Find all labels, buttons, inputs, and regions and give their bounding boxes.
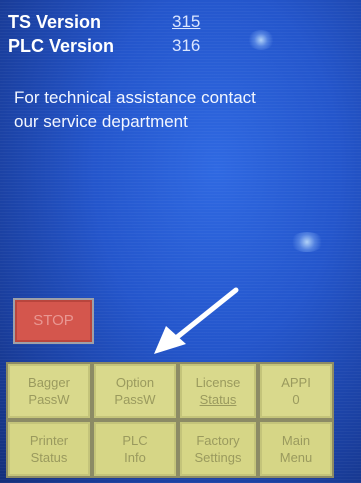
license-status-line-1: License [195,375,241,390]
license-status-button[interactable]: License Status [178,362,258,420]
bagger-passw-line-1: Bagger [28,375,70,390]
option-passw-button[interactable]: Option PassW [92,362,178,420]
app1-button[interactable]: APPI 0 [258,362,334,420]
main-menu-line-2: Menu [279,450,313,465]
menu-button-grid: Bagger PassW Option PassW License Status… [6,362,334,478]
printer-status-line-1: Printer [29,433,69,448]
app1-line-2: 0 [292,392,300,407]
bagger-passw-button[interactable]: Bagger PassW [6,362,92,420]
plc-version-value: 316 [172,36,201,55]
arrow-head [154,326,186,354]
plc-info-button[interactable]: PLC Info [92,420,178,478]
plc-info-line-1: PLC [122,433,148,448]
factory-settings-button[interactable]: Factory Settings [178,420,258,478]
screen-glare [290,232,324,252]
ts-version-label: TS Version [8,12,102,32]
main-menu-button[interactable]: Main Menu [258,420,334,478]
pointer-arrow-icon [154,287,239,354]
assistance-line-1: For technical assistance contact [14,88,256,107]
main-menu-line-1: Main [281,433,311,448]
ts-version-value: 315 [172,12,201,31]
plc-info-line-2: Info [124,450,146,465]
printer-status-line-2: Status [30,450,68,465]
bagger-passw-line-2: PassW [28,392,70,407]
option-passw-line-1: Option [115,375,155,390]
assistance-line-2: our service department [14,112,188,131]
printer-status-button[interactable]: Printer Status [6,420,92,478]
technical-assistance-message: For technical assistance contact our ser… [14,86,344,134]
screen-glare [248,30,274,50]
touchscreen-display: TS Version 315 PLC Version 316 For techn… [0,0,361,483]
arrow-shaft [173,287,239,341]
plc-version-label: PLC Version [8,36,115,56]
factory-settings-line-2: Settings [194,450,242,465]
option-passw-line-2: PassW [114,392,156,407]
license-status-line-2: Status [199,392,237,407]
factory-settings-line-1: Factory [196,433,240,448]
stop-button[interactable]: STOP [13,298,94,344]
app1-line-1: APPI [281,375,311,390]
